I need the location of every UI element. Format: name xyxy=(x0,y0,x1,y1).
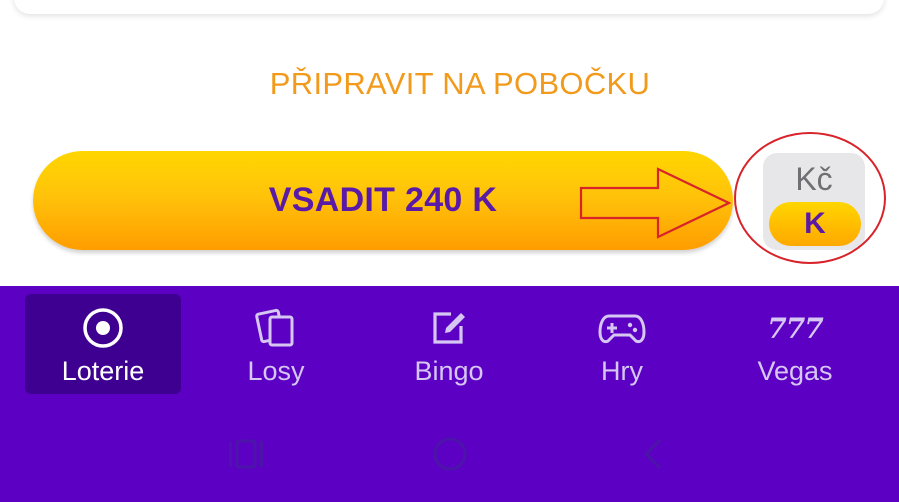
tab-losy[interactable]: Losy xyxy=(198,294,354,394)
tab-bingo[interactable]: Bingo xyxy=(371,294,527,394)
tab-losy-label: Losy xyxy=(247,356,305,386)
currency-k-option[interactable]: K xyxy=(769,202,861,246)
lottery-ball-icon xyxy=(25,306,181,350)
home-icon xyxy=(433,437,467,471)
annotation-arrow-icon xyxy=(579,167,732,239)
tab-loterie[interactable]: Loterie xyxy=(25,294,181,394)
bottom-navigation: Loterie Losy Bingo Hry 777 Vegas xyxy=(0,286,899,502)
recent-apps-icon xyxy=(229,439,263,469)
scratch-cards-icon xyxy=(198,306,354,350)
tab-bingo-label: Bingo xyxy=(414,356,484,386)
tab-hry-label: Hry xyxy=(601,356,643,386)
tab-vegas[interactable]: 777 Vegas xyxy=(717,294,873,394)
prepare-at-branch-link[interactable]: PŘIPRAVIT NA POBOČKU xyxy=(0,66,899,102)
bingo-edit-icon xyxy=(371,306,527,350)
screen: PŘIPRAVIT NA POBOČKU VSADIT 240 K Kč K L… xyxy=(0,0,899,502)
gamepad-icon xyxy=(544,306,700,350)
tab-vegas-label: Vegas xyxy=(757,356,833,386)
top-card xyxy=(14,0,884,14)
currency-toggle[interactable]: Kč K xyxy=(763,153,865,250)
currency-kc-option[interactable]: Kč xyxy=(763,161,865,198)
triple-seven-icon: 777 xyxy=(717,306,873,350)
triple-seven-text: 777 xyxy=(767,311,823,345)
back-button[interactable] xyxy=(636,434,670,474)
tab-hry[interactable]: Hry xyxy=(544,294,700,394)
recent-apps-button[interactable] xyxy=(226,434,266,474)
home-button[interactable] xyxy=(430,434,470,474)
back-icon xyxy=(643,438,662,470)
tab-loterie-label: Loterie xyxy=(61,356,145,386)
